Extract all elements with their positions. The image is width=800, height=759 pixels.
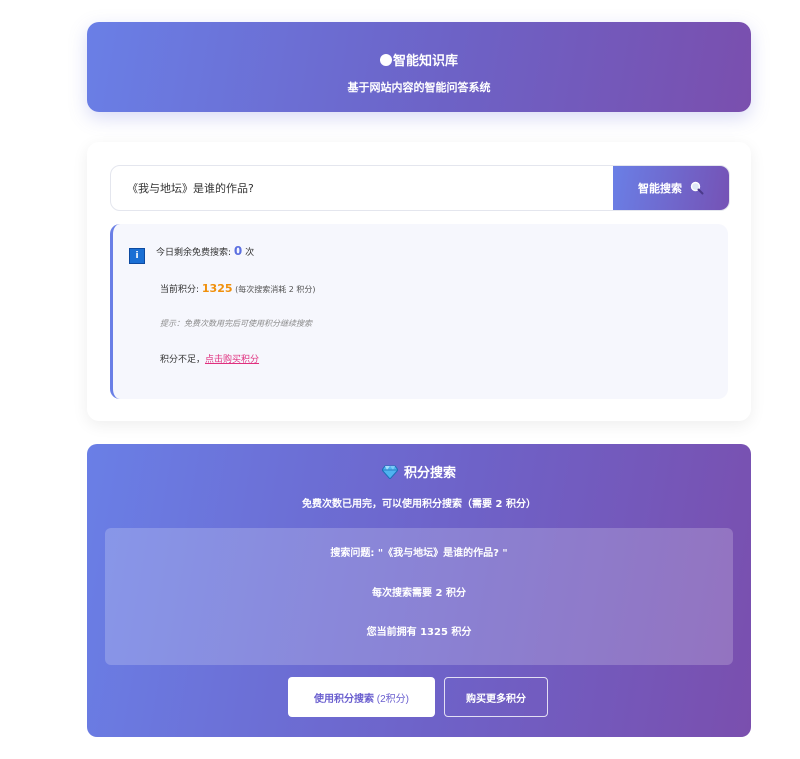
search-input[interactable] <box>111 166 611 210</box>
page-header: 智能知识库 基于网站内容的智能问答系统 <box>87 22 751 112</box>
search-card: 智能搜索 i 今日剩余免费搜索: 0 次 当前积分: 1325 (每次搜索消耗 … <box>87 142 751 421</box>
points-value: 1325 <box>201 282 233 295</box>
page-title: 智能知识库 <box>392 54 458 69</box>
use-points-search-button[interactable]: 使用积分搜索 (2积分) <box>288 677 435 717</box>
buy-more-points-button[interactable]: 购买更多积分 <box>444 677 548 717</box>
points-cost-note: (每次搜索消耗 2 积分) <box>232 285 316 294</box>
magnifier-icon <box>690 181 704 195</box>
use-points-cost: (2积分) <box>374 693 409 705</box>
free-quota-count: 0 <box>233 244 243 258</box>
points-owned-line: 您当前拥有 1325 积分 <box>366 627 472 638</box>
page-subtitle: 基于网站内容的智能问答系统 <box>347 81 491 94</box>
points-search-card: 积分搜索 免费次数已用完，可以使用积分搜索（需要 2 积分） 搜索问题: "《我… <box>87 444 751 737</box>
insufficient-points-line: 积分不足，点击购买积分 <box>160 352 259 365</box>
search-question-line: 搜索问题: "《我与地坛》是谁的作品? " <box>330 548 508 559</box>
points-search-title: 积分搜索 <box>403 466 456 481</box>
search-box: 智能搜索 <box>110 165 730 211</box>
circle-icon <box>379 53 392 66</box>
insufficient-label: 积分不足， <box>160 355 206 365</box>
use-points-label: 使用积分搜索 <box>314 693 374 705</box>
free-quota-unit: 次 <box>242 248 255 258</box>
points-label: 当前积分: <box>160 285 202 295</box>
smart-search-button[interactable]: 智能搜索 <box>613 166 729 210</box>
points-search-description: 免费次数已用完，可以使用积分搜索（需要 2 积分） <box>302 499 536 510</box>
points-balance-line: 当前积分: 1325 (每次搜索消耗 2 积分) <box>160 282 316 295</box>
gem-icon <box>381 465 398 479</box>
points-search-summary: 搜索问题: "《我与地坛》是谁的作品? " 每次搜索需要 2 积分 您当前拥有 … <box>105 528 733 665</box>
points-search-title-row: 积分搜索 <box>87 462 751 481</box>
hint-text: 提示：免费次数用完后可使用积分继续搜索 <box>160 319 312 328</box>
smart-search-label: 智能搜索 <box>638 183 682 195</box>
free-quota-label: 今日剩余免费搜索: <box>156 248 234 258</box>
info-icon: i <box>129 248 145 264</box>
free-quota-line: 今日剩余免费搜索: 0 次 <box>156 244 254 258</box>
header-title-row: 智能知识库 <box>87 50 751 69</box>
search-cost-line: 每次搜索需要 2 积分 <box>372 588 466 599</box>
buy-points-link[interactable]: 点击购买积分 <box>205 355 259 365</box>
quota-info-panel: i 今日剩余免费搜索: 0 次 当前积分: 1325 (每次搜索消耗 2 积分)… <box>110 224 728 399</box>
